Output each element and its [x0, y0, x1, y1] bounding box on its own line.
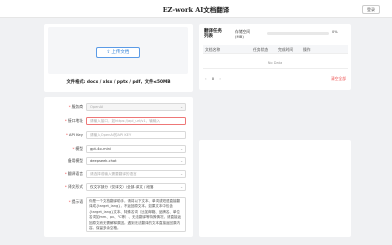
divider — [203, 68, 348, 69]
api-key-input[interactable]: 请输入OpenAI的API KEY — [86, 130, 186, 139]
output-format-row: *译文形式 仅文字部分（仅译文）/全部-译文 / 段落 ⌄ — [44, 181, 193, 192]
backup-model-select[interactable]: deepseek-chat ⌄ — [86, 156, 186, 165]
target-lang-select[interactable]: 请选择或输入需要翻译的语言 ⌄ — [86, 169, 186, 178]
table-header: 文档名称 任务状态 完成时间 操作 — [203, 45, 348, 54]
storage-percent: 0% — [332, 30, 338, 34]
backup-model-label: 备用模型 — [67, 158, 83, 163]
server-select[interactable]: OpenAI ⌄ — [86, 102, 186, 111]
api-key-row: *API Key 请输入OpenAI的API KEY — [44, 129, 193, 140]
upload-button-label: 上传文档 — [111, 50, 130, 55]
prompt-textarea[interactable]: 你是一个文档翻译助手，请将以下文本、单词或短语直接翻译成{target_lang… — [86, 197, 186, 232]
target-lang-label: 翻译语言 — [67, 171, 83, 176]
column-header: 任务状态 — [253, 47, 269, 52]
chevron-down-icon: ⌄ — [180, 104, 183, 109]
api-url-input[interactable]: 请输入接口，如https://api_url/v1，输输入 — [86, 116, 186, 125]
pager-current-page[interactable]: 0 — [212, 76, 214, 81]
upload-card: ⇪上传文档 文件格式: docx / xlsx / pptx / pdf，文件≤… — [44, 24, 193, 92]
pager-next-button[interactable]: › — [219, 76, 221, 81]
api-key-label: API Key — [68, 132, 83, 137]
storage-progress-bar — [267, 32, 329, 35]
target-lang-row: *翻译语言 请选择或输入需要翻译的语言 ⌄ — [44, 168, 193, 179]
preview-panel — [199, 140, 351, 237]
chevron-down-icon: ⌄ — [180, 146, 183, 151]
server-label: 服务商 — [71, 104, 83, 109]
pagination: ‹ 0 › — [205, 76, 221, 81]
settings-form: *服务商 OpenAI ⌄ *接口地址 请输入接口，如https://api_ur… — [44, 97, 193, 237]
task-list-card: 翻译任务列表 存储空间(MB) 0% 文档名称 任务状态 完成时间 操作 No … — [199, 24, 351, 90]
login-button[interactable]: 登录 — [362, 5, 380, 14]
column-header: 文档名称 — [205, 47, 221, 52]
upload-dropzone[interactable]: ⇪上传文档 — [48, 27, 188, 74]
api-url-label: 接口地址 — [67, 118, 83, 123]
chevron-down-icon: ⌄ — [180, 184, 183, 189]
pager-prev-button[interactable]: ‹ — [205, 76, 207, 81]
prompt-label: 提示语 — [71, 199, 83, 204]
column-header: 完成时间 — [278, 47, 294, 52]
task-list-title: 翻译任务列表 — [204, 29, 222, 39]
output-format-select[interactable]: 仅文字部分（仅译文）/全部-译文 / 段落 ⌄ — [86, 182, 186, 191]
empty-state: No Data — [267, 61, 283, 65]
api-url-row: *接口地址 请输入接口，如https://api_url/v1，输输入 — [44, 115, 193, 126]
model-label: 模型 — [75, 146, 83, 151]
prompt-row: *提示语 你是一个文档翻译助手，请将以下文本、单词或短语直接翻译成{target… — [44, 197, 193, 235]
output-format-label: 译文形式 — [67, 184, 83, 189]
column-header: 操作 — [303, 47, 311, 52]
model-row: *模型 gpt-4o-mini ⌄ — [44, 143, 193, 154]
upload-document-button[interactable]: ⇪上传文档 — [96, 47, 140, 58]
model-select[interactable]: gpt-4o-mini ⌄ — [86, 144, 186, 153]
backup-model-row: 备用模型 deepseek-chat ⌄ — [44, 155, 193, 166]
storage-label: 存储空间(MB) — [235, 29, 251, 39]
chevron-down-icon: ⌄ — [180, 171, 183, 176]
page-title: EZ-work AI文档翻译 — [162, 6, 230, 14]
chevron-down-icon: ⌄ — [180, 158, 183, 163]
file-format-info: 文件格式: docx / xlsx / pptx / pdf，文件≤50MB — [66, 80, 171, 85]
top-header: EZ-work AI文档翻译 登录 — [0, 0, 392, 18]
clear-all-button[interactable]: 清空全部 — [331, 76, 346, 82]
upload-icon: ⇪ — [106, 50, 111, 55]
server-row: *服务商 OpenAI ⌄ — [44, 101, 193, 112]
